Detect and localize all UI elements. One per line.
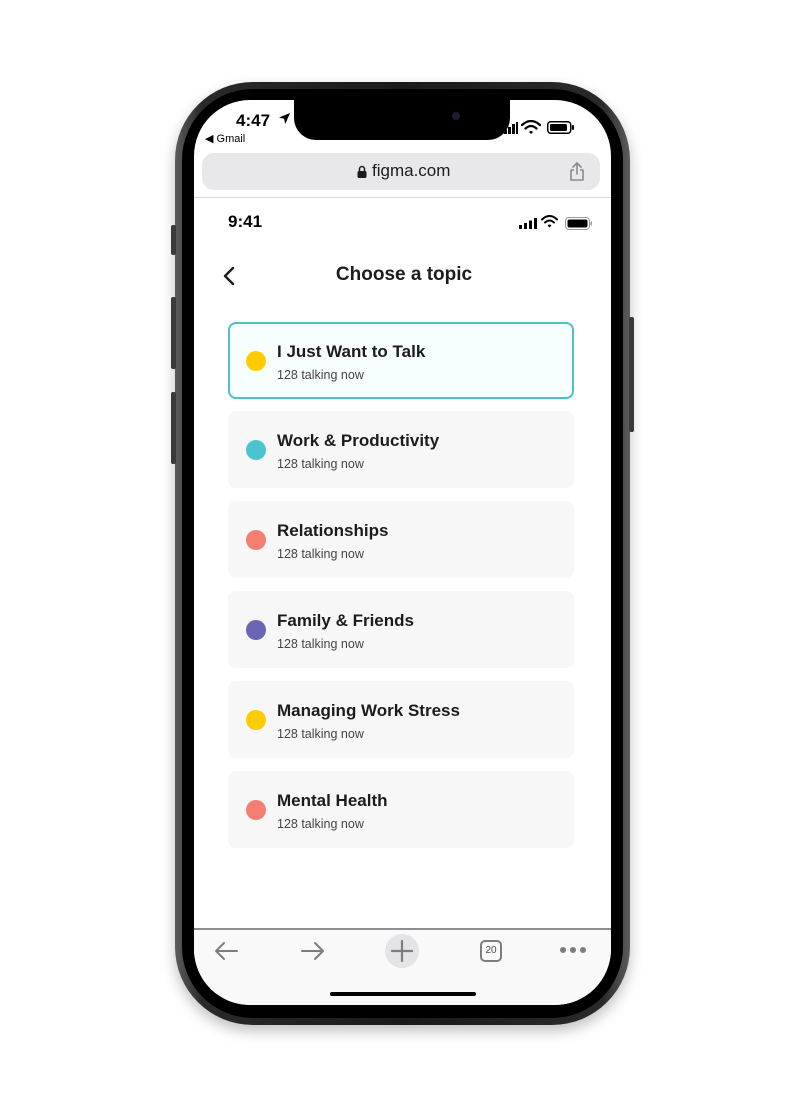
battery-icon [565,217,592,230]
silent-switch [171,225,176,255]
app-status-time: 9:41 [228,212,263,231]
location-arrow-icon [279,113,290,124]
topic-title: Family & Friends [277,611,414,630]
wifi-icon [541,215,558,228]
camera-icon [452,112,460,120]
home-indicator [330,992,476,996]
topic-card-relationships[interactable]: Relationships 128 talking now [228,501,574,578]
screen: 4:47 ◀ Gmail figma.com 9:41 Choose a top… [194,100,611,1005]
arrow-right-icon[interactable] [300,940,326,962]
browser-divider [194,197,611,198]
topic-subtitle: 128 talking now [277,547,364,561]
more-dots-icon[interactable] [559,946,587,954]
new-tab-button[interactable] [385,934,419,968]
topic-subtitle: 128 talking now [277,457,364,471]
topic-color-dot [246,620,266,640]
device-notch [294,100,510,140]
status-time: 4:47 [236,111,271,130]
lock-icon [357,165,367,178]
topic-title: Mental Health [277,791,388,810]
topic-color-dot [246,530,266,550]
topic-subtitle: 128 talking now [277,817,364,831]
topic-subtitle: 128 talking now [277,727,364,741]
topic-subtitle: 128 talking now [277,368,364,382]
back-to-gmail-link[interactable]: ◀ Gmail [205,132,245,145]
topic-color-dot [246,351,266,371]
topic-title: Managing Work Stress [277,701,460,720]
volume-up-button [171,297,176,369]
topic-color-dot [246,710,266,730]
topic-card-work-stress[interactable]: Managing Work Stress 128 talking now [228,681,574,758]
volume-down-button [171,392,176,464]
topic-color-dot [246,800,266,820]
topic-subtitle: 128 talking now [277,637,364,651]
tabs-icon[interactable]: 20 [480,940,502,962]
topic-card-work-productivity[interactable]: Work & Productivity 128 talking now [228,411,574,488]
topic-card-just-talk[interactable]: I Just Want to Talk 128 talking now [228,322,574,399]
power-button [629,317,634,432]
topic-title: Work & Productivity [277,431,440,450]
cellular-signal-icon [519,218,537,229]
share-icon[interactable] [569,162,585,181]
plus-icon [390,939,414,963]
topic-card-family-friends[interactable]: Family & Friends 128 talking now [228,591,574,668]
topic-title: Relationships [277,521,389,540]
url-text: figma.com [372,161,451,180]
wifi-icon [521,120,541,134]
address-bar[interactable]: figma.com [202,153,600,190]
arrow-left-icon[interactable] [213,940,239,962]
chevron-left-icon[interactable] [222,266,236,286]
topic-color-dot [246,440,266,460]
page-title: Choose a topic [335,264,473,285]
topic-title: I Just Want to Talk [277,342,426,361]
battery-icon [547,121,574,134]
topic-card-mental-health[interactable]: Mental Health 128 talking now [228,771,574,848]
phone-frame: 4:47 ◀ Gmail figma.com 9:41 Choose a top… [171,82,634,1025]
